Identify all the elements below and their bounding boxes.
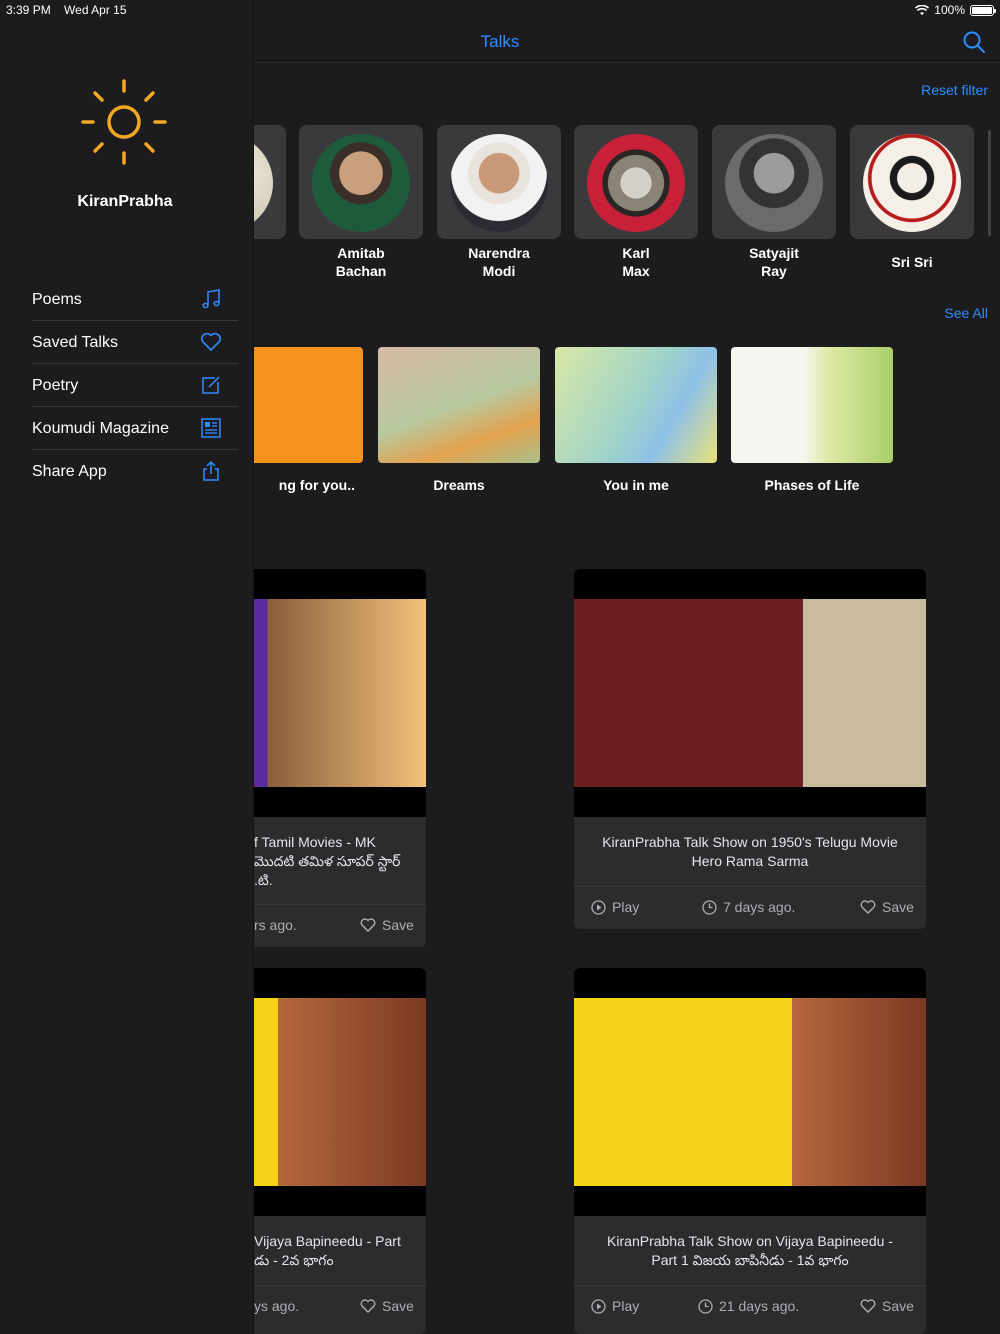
collection-thumbnail [555, 347, 717, 463]
collection-thumbnail [731, 347, 893, 463]
app-brand-name: KiranPrabha [77, 193, 173, 210]
speaker-card[interactable]: Amitab Bachan [299, 125, 423, 280]
speaker-card[interactable]: Karl Max [574, 125, 698, 280]
see-all-button[interactable]: See All [944, 305, 988, 321]
speaker-name: Sri Sri [891, 254, 933, 270]
menu-item-label: Saved Talks [32, 334, 118, 351]
clock-icon [698, 1298, 713, 1314]
heart-icon [360, 1299, 376, 1313]
search-icon[interactable] [962, 30, 986, 54]
clock-icon [702, 899, 717, 915]
sun-logo-icon [81, 79, 167, 165]
speaker-photo [312, 134, 410, 232]
play-label: Play [612, 1298, 640, 1314]
save-label: Save [382, 1298, 414, 1314]
talk-card[interactable]: KiranPrabha Talk Show on Vijaya Bapineed… [574, 968, 926, 1334]
battery-percent: 100% [934, 3, 965, 17]
collection-card[interactable]: Dreams [378, 347, 540, 493]
save-button[interactable]: Save [360, 917, 414, 933]
speaker-name: Satyajit Ray [749, 245, 799, 279]
play-label: Play [612, 899, 640, 915]
drawer-menu: Poems Saved Talks Poetry Koumudi Magazin… [0, 278, 254, 493]
talk-title: KiranPrabha Talk Show on 1950's Telugu M… [574, 817, 926, 887]
menu-item-share-app[interactable]: Share App [32, 450, 238, 493]
status-date: Wed Apr 15 [64, 3, 127, 17]
save-label: Save [382, 917, 414, 933]
reset-filter-button[interactable]: Reset filter [921, 82, 988, 98]
collection-thumbnail [378, 347, 540, 463]
play-button[interactable]: Play [591, 899, 639, 915]
play-button[interactable]: Play [591, 1298, 639, 1314]
heart-icon [360, 918, 376, 932]
compose-icon [202, 376, 220, 394]
speaker-card[interactable]: Narendra Modi [437, 125, 561, 280]
speaker-card[interactable]: Sri Sri [850, 125, 974, 271]
wifi-icon [915, 4, 930, 15]
menu-item-label: Poems [32, 291, 82, 308]
talk-thumbnail[interactable] [574, 569, 926, 817]
collection-card[interactable]: You in me [555, 347, 717, 493]
speaker-name: Narendra Modi [468, 245, 530, 279]
save-label: Save [882, 1298, 914, 1314]
speaker-card[interactable]: Satyajit Ray [712, 125, 836, 280]
collection-title: You in me [603, 477, 669, 493]
talk-time: ys ago. [254, 1298, 299, 1314]
talk-actions: Play 7 days ago. Save [574, 887, 926, 927]
menu-item-poems[interactable]: Poems [32, 278, 238, 321]
speaker-photo [450, 134, 548, 232]
talk-time: 21 days ago. [698, 1298, 799, 1314]
save-button[interactable]: Save [860, 1298, 914, 1314]
heart-icon [860, 1299, 876, 1313]
side-drawer: KiranPrabha Poems Saved Talks Poetry Kou… [0, 0, 254, 1334]
play-icon [591, 1298, 606, 1314]
talk-time-text: ys ago. [254, 1298, 300, 1314]
talk-thumbnail[interactable] [574, 968, 926, 1216]
talk-card[interactable]: KiranPrabha Talk Show on 1950's Telugu M… [574, 569, 926, 929]
talk-time-text: 7 days ago. [723, 899, 796, 915]
menu-item-poetry[interactable]: Poetry [32, 364, 238, 407]
horizontal-scroll-indicator [988, 130, 991, 236]
share-icon [203, 460, 219, 481]
speaker-name: Karl Max [622, 245, 650, 279]
status-time: 3:39 PM [6, 3, 51, 17]
newspaper-icon [201, 418, 221, 438]
save-button[interactable]: Save [360, 1298, 414, 1314]
talk-time: rs ago. [254, 917, 297, 933]
heart-icon [201, 332, 221, 352]
music-note-icon [202, 289, 220, 309]
collection-title: Dreams [433, 477, 485, 493]
talk-title: KiranPrabha Talk Show on Vijaya Bapineed… [574, 1216, 926, 1286]
collection-card[interactable]: Phases of Life [731, 347, 893, 493]
menu-item-koumudi-magazine[interactable]: Koumudi Magazine [32, 407, 238, 450]
collection-title: Phases of Life [764, 477, 860, 493]
heart-icon [860, 900, 876, 914]
menu-item-label: Koumudi Magazine [32, 420, 169, 437]
speaker-photo [587, 134, 685, 232]
play-icon [591, 899, 606, 915]
talk-time-text: rs ago. [254, 917, 297, 933]
talk-actions: Play 21 days ago. Save [574, 1286, 926, 1326]
talk-time-text: 21 days ago. [719, 1298, 800, 1314]
save-button[interactable]: Save [860, 899, 914, 915]
save-label: Save [882, 899, 914, 915]
speaker-photo [725, 134, 823, 232]
battery-icon [970, 4, 996, 16]
speaker-name: Amitab Bachan [335, 245, 387, 279]
menu-item-label: Poetry [32, 377, 79, 394]
talk-time: 7 days ago. [702, 899, 795, 915]
speaker-photo [863, 134, 961, 232]
status-bar: 3:39 PM Wed Apr 15 100% [0, 0, 1000, 20]
menu-item-label: Share App [32, 463, 107, 480]
menu-item-saved-talks[interactable]: Saved Talks [32, 321, 238, 364]
